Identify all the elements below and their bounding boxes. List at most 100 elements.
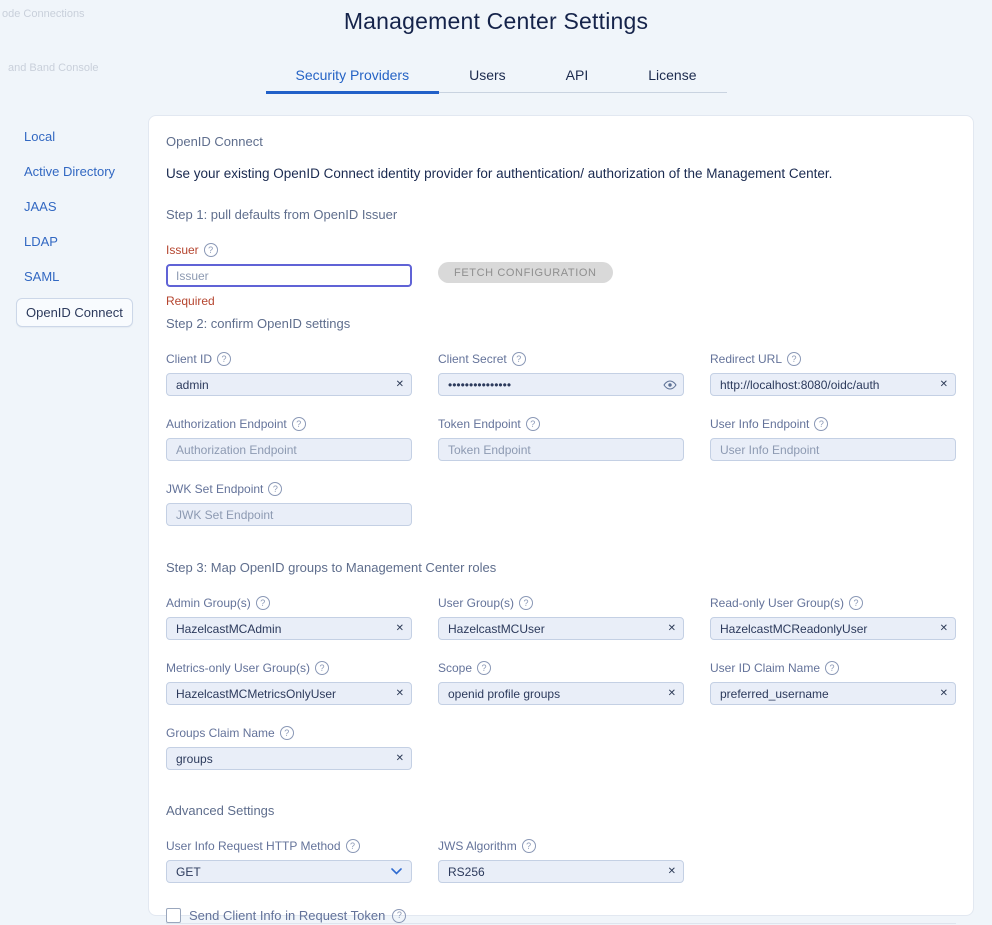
help-icon[interactable] [522,839,536,853]
user-info-request-http-method-select[interactable]: GET [166,860,412,883]
groups-claim-name-input[interactable] [166,747,412,770]
help-icon[interactable] [526,417,540,431]
user-id-claim-name-input[interactable] [710,682,956,705]
step3-row-1: Admin Group(s) User Group(s) [166,596,956,640]
help-icon[interactable] [519,596,533,610]
help-icon[interactable] [256,596,270,610]
token-endpoint-label-text: Token Endpoint [438,417,521,431]
help-icon[interactable] [849,596,863,610]
user-groups-input[interactable] [438,617,684,640]
tab-users[interactable]: Users [439,58,536,92]
clear-icon[interactable] [668,867,676,877]
tab-bar: Security Providers Users API License [0,58,992,93]
client-id-field: Client ID [166,352,412,396]
client-id-input-box [166,373,412,396]
readonly-user-groups-input[interactable] [710,617,956,640]
sidebar-item-local[interactable]: Local [16,121,148,152]
redirect-url-input-box [710,373,956,396]
step2-row-1: Client ID Client Secret [166,352,956,396]
help-icon[interactable] [814,417,828,431]
jwk-set-endpoint-label: JWK Set Endpoint [166,482,412,496]
advanced-row: User Info Request HTTP Method GET JWS Al… [166,839,956,883]
clear-icon[interactable] [396,380,404,390]
help-icon[interactable] [204,243,218,257]
jwk-set-endpoint-input[interactable] [166,503,412,526]
tab-strip: Security Providers Users API License [266,58,727,93]
client-id-label-text: Client ID [166,352,212,366]
clear-icon[interactable] [396,689,404,699]
scope-input[interactable] [438,682,684,705]
sidebar-item-active-directory[interactable]: Active Directory [16,156,148,187]
scope-label: Scope [438,661,684,675]
help-icon[interactable] [268,482,282,496]
send-client-info-row: Send Client Info in Request Token [166,908,956,923]
groups-claim-name-label-text: Groups Claim Name [166,726,275,740]
redirect-url-field: Redirect URL [710,352,956,396]
help-icon[interactable] [787,352,801,366]
help-icon[interactable] [392,909,406,923]
fetch-configuration-wrap: FETCH CONFIGURATION [438,243,684,308]
user-info-endpoint-input[interactable] [710,438,956,461]
clear-icon[interactable] [940,689,948,699]
help-icon[interactable] [346,839,360,853]
help-icon[interactable] [280,726,294,740]
openid-connect-panel: OpenID Connect Use your existing OpenID … [148,115,974,916]
user-info-endpoint-input-box [710,438,956,461]
tab-api[interactable]: API [536,58,619,92]
metrics-only-user-groups-input[interactable] [166,682,412,705]
admin-groups-input[interactable] [166,617,412,640]
scope-field: Scope [438,661,684,705]
step2-row-3: JWK Set Endpoint [166,482,956,526]
help-icon[interactable] [477,661,491,675]
user-groups-label: User Group(s) [438,596,684,610]
clear-icon[interactable] [668,689,676,699]
sidebar-item-ldap[interactable]: LDAP [16,226,148,257]
fetch-configuration-button[interactable]: FETCH CONFIGURATION [438,262,613,283]
send-client-info-checkbox[interactable] [166,908,181,923]
sidebar-item-openid-connect[interactable]: OpenID Connect [16,298,133,327]
token-endpoint-field: Token Endpoint [438,417,684,461]
authorization-endpoint-label-text: Authorization Endpoint [166,417,287,431]
readonly-user-groups-label-text: Read-only User Group(s) [710,596,844,610]
user-info-endpoint-label: User Info Endpoint [710,417,956,431]
admin-groups-input-box [166,617,412,640]
advanced-settings-title: Advanced Settings [166,803,956,818]
redirect-url-input[interactable] [710,373,956,396]
redirect-url-label-text: Redirect URL [710,352,782,366]
management-center-settings-page: ode Connections and Band Console Managem… [0,0,992,925]
help-icon[interactable] [512,352,526,366]
user-groups-label-text: User Group(s) [438,596,514,610]
issuer-input-box [166,264,412,287]
help-icon[interactable] [315,661,329,675]
jws-algorithm-input[interactable] [438,860,684,883]
tab-security-providers[interactable]: Security Providers [266,58,440,92]
admin-groups-field: Admin Group(s) [166,596,412,640]
tab-license[interactable]: License [618,58,726,92]
groups-claim-name-label: Groups Claim Name [166,726,412,740]
issuer-input[interactable] [166,264,412,287]
eye-icon[interactable] [663,380,677,390]
sidebar-item-saml[interactable]: SAML [16,261,148,292]
client-secret-label-text: Client Secret [438,352,507,366]
help-icon[interactable] [292,417,306,431]
jwk-set-endpoint-label-text: JWK Set Endpoint [166,482,263,496]
clear-icon[interactable] [940,624,948,634]
token-endpoint-input[interactable] [438,438,684,461]
help-icon[interactable] [217,352,231,366]
sidebar-item-jaas[interactable]: JAAS [16,191,148,222]
issuer-label: Issuer [166,243,412,257]
clear-icon[interactable] [396,754,404,764]
help-icon[interactable] [825,661,839,675]
metrics-only-user-groups-field: Metrics-only User Group(s) [166,661,412,705]
client-secret-input[interactable] [438,373,684,396]
clear-icon[interactable] [668,624,676,634]
issuer-field: Issuer Required [166,243,412,308]
user-id-claim-name-input-box [710,682,956,705]
client-id-input[interactable] [166,373,412,396]
jws-algorithm-label-text: JWS Algorithm [438,839,517,853]
token-endpoint-input-box [438,438,684,461]
authorization-endpoint-input[interactable] [166,438,412,461]
clear-icon[interactable] [396,624,404,634]
clear-icon[interactable] [940,380,948,390]
step2-title: Step 2: confirm OpenID settings [166,316,956,331]
